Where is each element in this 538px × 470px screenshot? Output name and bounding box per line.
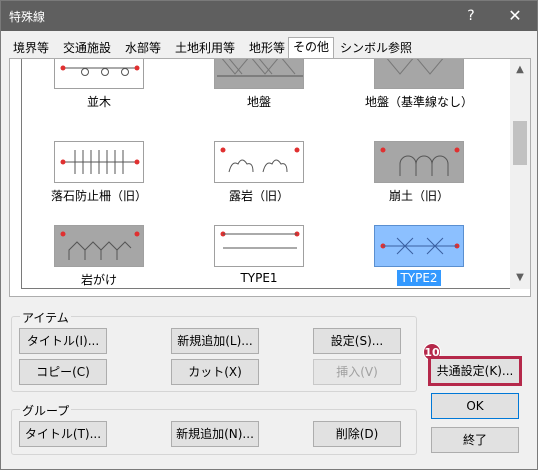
line-style-grid: 並木 地盤 地盤（基準線なし） 落石防止柵（旧） 露岩（旧） 崩土（旧） 岩がけ… (21, 59, 510, 289)
group-title-button[interactable]: タイトル(T)... (19, 421, 107, 447)
tab-symbol-ref[interactable]: シンボル参照 (336, 39, 416, 59)
namiki-preview (54, 59, 144, 89)
scrollbar-thumb[interactable] (513, 121, 527, 165)
group-delete-button[interactable]: 削除(D) (313, 421, 401, 447)
item-group-legend: アイテム (20, 309, 71, 326)
item-label: 並木 (86, 95, 111, 109)
group-group-legend: グループ (20, 402, 72, 419)
item-label-selected: TYPE2 (352, 270, 486, 286)
window-title: 特殊線 (9, 10, 46, 24)
item-label: 露岩（旧） (228, 189, 289, 203)
rakuseki-preview (54, 141, 144, 183)
end-button[interactable]: 終了 (431, 427, 519, 453)
vertical-scrollbar[interactable]: ▲ ▼ (510, 59, 530, 289)
item-label: TYPE1 (240, 271, 278, 285)
item-cut-button[interactable]: カット(X) (171, 359, 259, 385)
item-new-button[interactable]: 新規追加(L)... (171, 328, 259, 354)
group-new-button[interactable]: 新規追加(N)... (171, 421, 259, 447)
rogan-preview (214, 141, 304, 183)
item-title-button[interactable]: タイトル(I)... (19, 328, 107, 354)
scroll-up-icon[interactable]: ▲ (510, 61, 530, 79)
type2-preview (374, 225, 464, 267)
tab-transport[interactable]: 交通施設 (59, 39, 115, 59)
tab-water[interactable]: 水部等 (121, 39, 165, 59)
ok-button[interactable]: OK (431, 393, 519, 419)
item-label: 岩がけ (80, 273, 117, 287)
item-label: 地盤 (246, 95, 271, 109)
tab-panel: 並木 地盤 地盤（基準線なし） 落石防止柵（旧） 露岩（旧） 崩土（旧） 岩がけ… (9, 58, 531, 297)
tab-terrain[interactable]: 地形等 (245, 39, 289, 59)
help-button[interactable]: ? (449, 1, 493, 31)
tab-boundary[interactable]: 境界等 (9, 39, 53, 59)
item-label: 崩土（旧） (388, 189, 449, 203)
item-copy-button[interactable]: コピー(C) (19, 359, 107, 385)
close-button[interactable]: ✕ (493, 1, 537, 31)
item-label: 落石防止柵（旧） (50, 189, 147, 203)
title-bar: 特殊線 ? ✕ (1, 1, 537, 31)
type1-preview (214, 225, 304, 267)
jiban-preview (214, 59, 304, 89)
item-label: 地盤（基準線なし） (364, 95, 473, 109)
iwagake-preview (54, 225, 144, 267)
common-settings-button[interactable]: 共通設定(K)... (429, 357, 521, 385)
item-settings-button[interactable]: 設定(S)... (313, 328, 401, 354)
houdo-preview (374, 141, 464, 183)
tab-other[interactable]: その他 (288, 37, 335, 59)
jiban-nobase-preview (374, 59, 464, 89)
special-line-dialog: 特殊線 ? ✕ 境界等 交通施設 水部等 土地利用等 地形等 その他 シンボル参… (0, 0, 538, 470)
item-insert-button[interactable]: 挿入(V) (313, 359, 401, 385)
scroll-down-icon[interactable]: ▼ (510, 269, 530, 287)
tab-land-use[interactable]: 土地利用等 (171, 39, 239, 59)
